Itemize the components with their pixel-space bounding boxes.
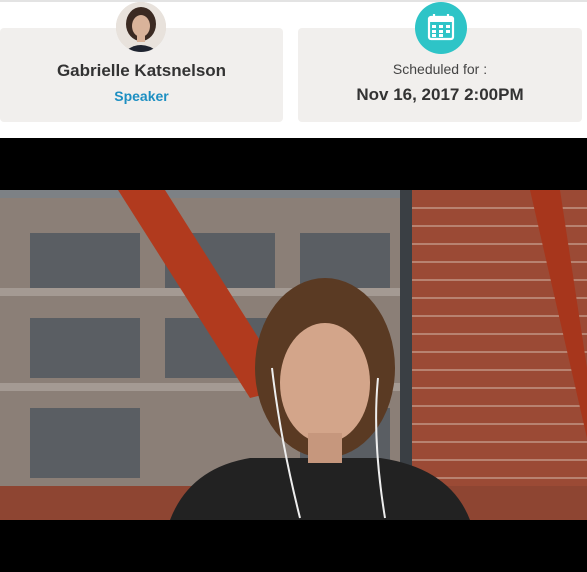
schedule-datetime: Nov 16, 2017 2:00PM (356, 85, 524, 104)
speaker-role-link[interactable]: Speaker (0, 88, 283, 104)
calendar-icon (415, 2, 467, 54)
schedule-label: Scheduled for : (392, 61, 488, 77)
top-divider (0, 0, 587, 2)
speaker-avatar (116, 2, 166, 52)
video-frame (0, 190, 587, 520)
video-player[interactable] (0, 138, 587, 572)
speaker-name: Gabrielle Katsnelson (56, 61, 227, 80)
